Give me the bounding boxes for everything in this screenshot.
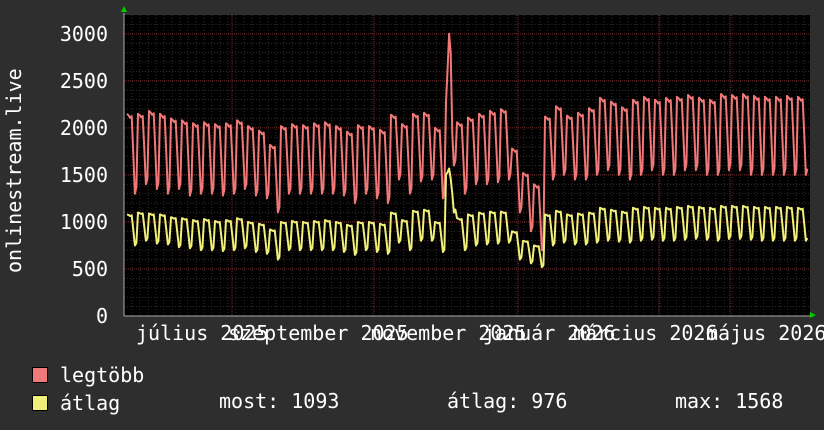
stat-average: átlag: 976 <box>447 389 568 413</box>
legend-item-atlag: átlag <box>32 391 120 415</box>
y-tick-label: 0 <box>96 304 108 328</box>
y-tick-label: 1000 <box>60 210 108 234</box>
x-tick-labels: július 2025szeptember 2025november 2025j… <box>136 321 824 345</box>
y-tick-label: 500 <box>72 257 108 281</box>
y-tick-label: 2500 <box>60 69 108 93</box>
stat-max: max: 1568 <box>675 389 784 413</box>
legend-swatch-atlag <box>32 395 48 411</box>
y-tick-label: 2000 <box>60 116 108 140</box>
legend-label-legtobb: legtöbb <box>60 363 145 387</box>
legend-item-legtobb: legtöbb <box>32 363 144 387</box>
x-tick-label: május 2026 <box>706 321 824 345</box>
y-tick-label: 1500 <box>60 163 108 187</box>
y-axis-arrow-icon <box>121 6 127 12</box>
y-tick-label: 3000 <box>60 22 108 46</box>
x-tick-label: március 2026 <box>573 321 718 345</box>
y-tick-labels: 0 500 1000 1500 2000 2500 3000 <box>60 22 108 328</box>
legend-label-atlag: átlag <box>60 391 121 415</box>
stat-current: most: 1093 <box>219 389 340 413</box>
chart-canvas: 0 500 1000 1500 2000 2500 3000 július 2025szep… <box>2 6 824 345</box>
legend-swatch-legtobb <box>32 367 48 383</box>
x-axis-arrow-icon <box>810 312 816 318</box>
y-axis-label: onlinestream.live <box>2 68 26 273</box>
